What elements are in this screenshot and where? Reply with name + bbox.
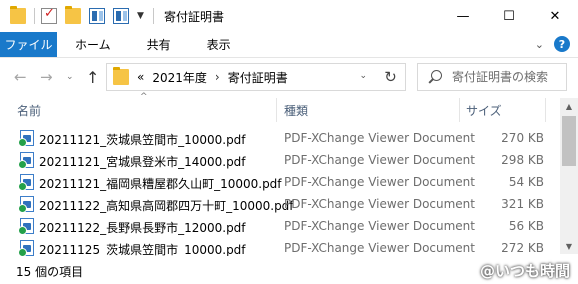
minimize-button[interactable]: — <box>440 0 486 32</box>
tab-share[interactable]: 共有 <box>129 32 189 57</box>
back-button[interactable]: ← <box>14 68 27 86</box>
ribbon-tabs: ファイル ホーム 共有 表示 ⌄ ? <box>0 32 578 58</box>
toolbar-divider <box>153 8 154 24</box>
file-size: 54 KB <box>508 175 544 189</box>
file-size: 56 KB <box>508 219 544 233</box>
pdf-file-icon <box>18 218 34 235</box>
file-type: PDF-XChange Viewer Document <box>284 175 475 189</box>
file-size: 270 KB <box>501 131 544 145</box>
item-count: 15 個の項目 <box>16 265 84 279</box>
search-box[interactable] <box>417 63 567 91</box>
tab-file[interactable]: ファイル <box>0 32 57 57</box>
breadcrumb-item[interactable]: 寄付証明書 <box>228 69 288 86</box>
properties-check-icon[interactable] <box>41 6 57 24</box>
column-header-size[interactable]: サイズ <box>466 102 502 120</box>
pdf-file-icon <box>18 152 34 169</box>
pdf-file-icon <box>18 196 34 213</box>
window-controls: — ☐ ✕ <box>440 0 578 32</box>
breadcrumb-overflow[interactable]: « <box>137 70 144 84</box>
help-icon[interactable]: ? <box>554 36 570 52</box>
toolbar-divider <box>34 8 35 24</box>
file-size: 272 KB <box>501 241 544 255</box>
column-divider[interactable] <box>276 98 277 122</box>
navigation-bar: ← → ⌄ ↑ « 2021年度 › 寄付証明書 ⌄ ↻ <box>0 58 578 98</box>
ribbon-expand-icon[interactable]: ⌄ <box>535 38 544 51</box>
view-details-icon[interactable] <box>89 8 105 24</box>
pdf-file-icon <box>18 240 34 257</box>
customize-dropdown-icon[interactable]: ▼ <box>137 11 147 21</box>
sort-indicator-icon: ^ <box>140 92 148 102</box>
folder-icon <box>113 67 129 85</box>
file-type: PDF-XChange Viewer Document <box>284 153 475 167</box>
file-type: PDF-XChange Viewer Document <box>284 219 475 233</box>
file-size: 321 KB <box>501 197 544 211</box>
address-bar[interactable]: « 2021年度 › 寄付証明書 ⌄ ↻ <box>106 63 406 91</box>
view-preview-icon[interactable] <box>113 8 129 24</box>
tab-home[interactable]: ホーム <box>57 32 129 57</box>
search-input[interactable] <box>452 70 562 84</box>
breadcrumb-separator[interactable]: › <box>215 70 220 84</box>
column-divider[interactable] <box>545 98 546 122</box>
column-header-name[interactable]: 名前 <box>17 102 41 120</box>
folder-icon <box>10 6 26 24</box>
file-name: 20211122_高知県高岡郡四万十町_10000.pdf <box>39 199 294 213</box>
file-type: PDF-XChange Viewer Document <box>284 241 475 255</box>
column-divider[interactable] <box>459 98 460 122</box>
maximize-button[interactable]: ☐ <box>486 0 532 32</box>
file-row[interactable]: 20211121_福岡県糟屋郡久山町_10000.pdf PDF-XChange… <box>0 171 560 193</box>
forward-button[interactable]: → <box>40 68 53 86</box>
file-size: 298 KB <box>501 153 544 167</box>
recent-locations-dropdown[interactable]: ⌄ <box>66 72 74 82</box>
quick-access-toolbar: ▼ <box>0 0 160 32</box>
new-folder-icon[interactable] <box>65 6 81 24</box>
watermark: @いつも時間 <box>479 262 570 280</box>
scrollbar-thumb[interactable] <box>562 116 576 166</box>
file-row[interactable]: 20211121_茨城県笠間市_10000.pdf PDF-XChange Vi… <box>0 127 560 149</box>
file-row[interactable]: 20211122_高知県高岡郡四万十町_10000.pdf PDF-XChang… <box>0 193 560 215</box>
scroll-up-arrow-icon[interactable]: ▲ <box>560 98 578 114</box>
address-dropdown-icon[interactable]: ⌄ <box>359 71 367 81</box>
ribbon-right: ⌄ ? <box>535 36 570 52</box>
file-row[interactable]: 20211121_宮城県登米市_14000.pdf PDF-XChange Vi… <box>0 149 560 171</box>
file-name: 20211122_長野県長野市_12000.pdf <box>39 221 246 235</box>
title-bar: ▼ 寄付証明書 — ☐ ✕ <box>0 0 578 32</box>
file-name: 20211121_宮城県登米市_14000.pdf <box>39 155 246 169</box>
column-header-type[interactable]: 種類 <box>284 102 308 120</box>
pdf-file-icon <box>18 174 34 191</box>
breadcrumb-item[interactable]: 2021年度 <box>152 69 207 86</box>
window-title: 寄付証明書 <box>164 9 225 24</box>
status-bar: 15 個の項目 @いつも時間 <box>0 256 578 284</box>
file-type: PDF-XChange Viewer Document <box>284 131 475 145</box>
column-headers: ^ 名前 種類 サイズ <box>0 92 560 122</box>
up-button[interactable]: ↑ <box>86 68 99 87</box>
file-name: 20211121_福岡県糟屋郡久山町_10000.pdf <box>39 177 282 191</box>
file-row[interactable]: 20211122_長野県長野市_12000.pdf PDF-XChange Vi… <box>0 215 560 237</box>
refresh-button[interactable]: ↻ <box>375 64 405 90</box>
scroll-down-arrow-icon[interactable]: ▼ <box>560 238 578 254</box>
vertical-scrollbar[interactable]: ▲ ▼ <box>560 98 578 254</box>
file-name: 20211121_茨城県笠間市_10000.pdf <box>39 133 246 147</box>
pdf-file-icon <box>18 130 34 147</box>
file-type: PDF-XChange Viewer Document <box>284 197 475 211</box>
search-icon <box>428 70 442 84</box>
close-button[interactable]: ✕ <box>532 0 578 32</box>
tab-view[interactable]: 表示 <box>189 32 249 57</box>
